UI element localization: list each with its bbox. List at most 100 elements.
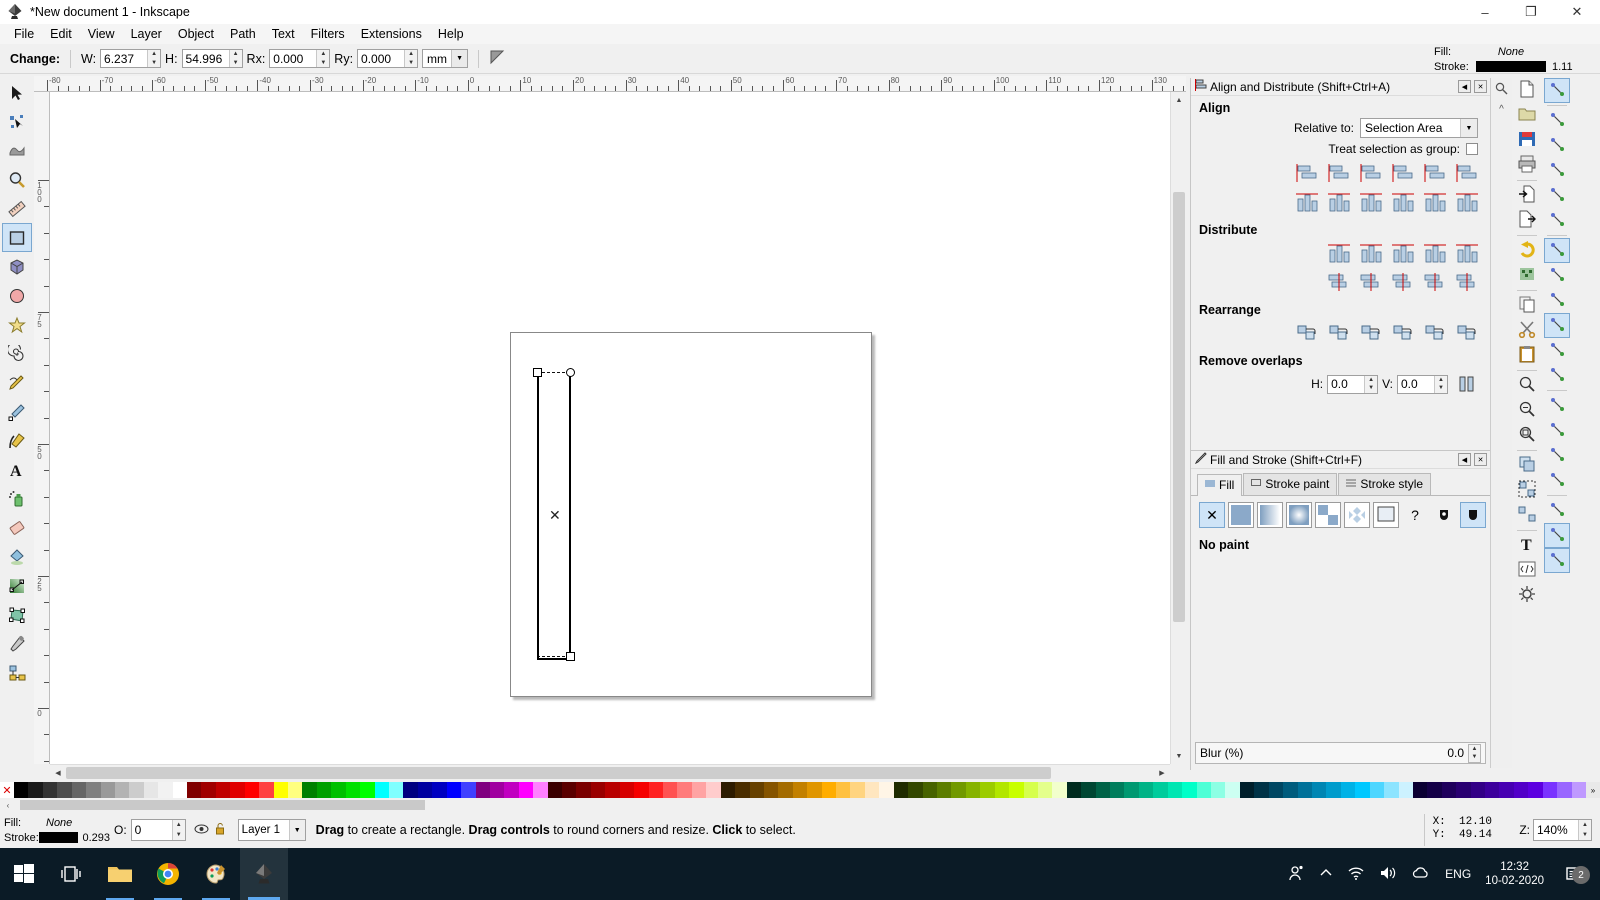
tab-fill[interactable]: Fill — [1197, 474, 1243, 496]
paste-button[interactable] — [1514, 343, 1540, 368]
node-tool[interactable] — [2, 107, 32, 136]
distribute-centers-vertically-button[interactable] — [1356, 269, 1386, 295]
pencil-tool[interactable] — [2, 368, 32, 397]
ungroup-button[interactable] — [1514, 503, 1540, 528]
treat-as-group-checkbox[interactable] — [1466, 143, 1478, 155]
menu-layer[interactable]: Layer — [123, 25, 170, 43]
onedrive-icon[interactable] — [1411, 865, 1431, 884]
align-right-edge-to-left-anchor-button[interactable] — [1292, 160, 1322, 186]
palette-color-swatch[interactable] — [1384, 782, 1399, 798]
palette-color-swatch[interactable] — [1211, 782, 1226, 798]
hscroll-thumb[interactable] — [66, 767, 1051, 779]
zoom-selection-button[interactable] — [1514, 373, 1540, 398]
connector-tool[interactable] — [2, 658, 32, 687]
unit-select[interactable]: mm ▼ — [422, 49, 469, 68]
horizontal-ruler[interactable]: -80 -70 -60 -50 -40 -30 -20 -10 0 10 20 30 40 50 60 70 8… — [34, 76, 1186, 92]
snap-cusp-nodes-toggle[interactable] — [1544, 313, 1570, 338]
no-paint-button[interactable]: ✕ — [1199, 502, 1225, 528]
width-spinner[interactable]: ▲▼ — [100, 49, 162, 68]
pattern-button[interactable] — [1315, 502, 1341, 528]
palette-color-swatch[interactable] — [1513, 782, 1529, 798]
align-bottom-edges-button[interactable] — [1388, 189, 1418, 215]
palette-color-swatch[interactable] — [807, 782, 822, 798]
palette-color-swatch[interactable] — [158, 782, 173, 798]
palette-color-swatch[interactable] — [114, 782, 130, 798]
zoom-stepper[interactable]: ▲ ▼ — [1578, 820, 1591, 840]
vertical-ruler[interactable]: 100 75 50 25 0 — [34, 92, 50, 764]
palette-color-swatch[interactable] — [879, 782, 894, 798]
menu-object[interactable]: Object — [170, 25, 222, 43]
palette-color-swatch[interactable] — [1499, 782, 1514, 798]
mesh-gradient-tool[interactable] — [2, 600, 32, 629]
zoom-page-button[interactable] — [1514, 423, 1540, 448]
palette-color-swatch[interactable] — [1470, 782, 1486, 798]
no-color-swatch[interactable]: ✕ — [0, 782, 14, 798]
palette-color-swatch[interactable] — [187, 782, 202, 798]
paint-bucket-tool[interactable] — [2, 542, 32, 571]
palette-color-swatch[interactable] — [994, 782, 1010, 798]
snap-object-center-toggle[interactable] — [1544, 418, 1570, 443]
exchange-positions-z-order-button[interactable] — [1356, 320, 1386, 346]
palette-color-swatch[interactable] — [417, 782, 433, 798]
ellipse-tool[interactable] — [2, 281, 32, 310]
palette-color-swatch[interactable] — [518, 782, 534, 798]
palette-color-swatch[interactable] — [864, 782, 880, 798]
palette-color-swatch[interactable] — [1153, 782, 1168, 798]
snap-others-toggle[interactable] — [1544, 393, 1570, 418]
distribute-horizontal-gaps-equal-button[interactable] — [1420, 240, 1450, 266]
palette-color-swatch[interactable] — [215, 782, 231, 798]
overlap-v-stepper[interactable]: ▲ ▼ — [1434, 375, 1447, 393]
chrome-button[interactable] — [144, 848, 192, 900]
rectangle-tool[interactable] — [2, 223, 32, 252]
palette-color-swatch[interactable] — [360, 782, 375, 798]
palette-color-swatch[interactable] — [1009, 782, 1024, 798]
snap-guide-toggle[interactable] — [1544, 548, 1570, 573]
palette-color-swatch[interactable] — [1441, 782, 1457, 798]
palette-color-swatch[interactable] — [100, 782, 115, 798]
distribute-text-baselines-vertically-button[interactable] — [1452, 269, 1482, 295]
notification-icon[interactable]: 2 — [1558, 858, 1592, 890]
palette-color-swatch[interactable] — [1239, 782, 1255, 798]
graph-layout-button[interactable] — [1292, 320, 1322, 346]
palette-color-swatch[interactable] — [590, 782, 606, 798]
align-dock-close-button[interactable]: ✕ — [1474, 80, 1487, 93]
palette-color-swatch[interactable] — [648, 782, 663, 798]
bezier-tool[interactable] — [2, 397, 32, 426]
align-left-edge-to-right-anchor-button[interactable] — [1420, 160, 1450, 186]
palette-color-swatch[interactable] — [778, 782, 793, 798]
group-button[interactable] — [1514, 478, 1540, 503]
palette-color-swatch[interactable] — [1485, 782, 1500, 798]
paint-button[interactable] — [192, 848, 240, 900]
resize-handle-top-left[interactable] — [533, 368, 542, 377]
overlap-h-stepper[interactable]: ▲ ▼ — [1364, 375, 1378, 393]
wifi-icon[interactable] — [1347, 865, 1365, 884]
snap-bbox-edge-midpoint-toggle[interactable] — [1544, 183, 1570, 208]
snap-text-baseline-toggle[interactable] — [1544, 468, 1570, 493]
palette-color-swatch[interactable] — [706, 782, 721, 798]
menu-file[interactable]: File — [6, 25, 42, 43]
palette-color-swatch[interactable] — [1427, 782, 1442, 798]
enable-snapping-toggle[interactable] — [1544, 78, 1570, 103]
palette-color-swatch[interactable] — [461, 782, 476, 798]
snap-midpoints-toggle[interactable] — [1544, 363, 1570, 388]
menu-filters[interactable]: Filters — [303, 25, 353, 43]
calligraphy-tool[interactable] — [2, 426, 32, 455]
palette-color-swatch[interactable] — [547, 782, 563, 798]
palette-color-swatch[interactable] — [1283, 782, 1298, 798]
fill-stroke-close-button[interactable]: ✕ — [1474, 453, 1487, 466]
palette-color-swatch[interactable] — [403, 782, 418, 798]
rx-spinner[interactable]: ▲▼ — [269, 49, 331, 68]
palette-color-swatch[interactable] — [1355, 782, 1370, 798]
scroll-right-icon[interactable]: ▶ — [1154, 765, 1170, 781]
palette-color-swatch[interactable] — [1110, 782, 1125, 798]
tab-stroke-paint[interactable]: Stroke paint — [1243, 473, 1338, 495]
distribute-centers-horizontally-button[interactable] — [1356, 240, 1386, 266]
layer-select[interactable]: Layer 1 ▼ — [237, 819, 306, 841]
cut-button[interactable] — [1514, 318, 1540, 343]
palette-color-swatch[interactable] — [836, 782, 851, 798]
center-on-vertical-axis-button[interactable] — [1356, 160, 1386, 186]
palette-color-swatch[interactable] — [57, 782, 72, 798]
palette-color-swatch[interactable] — [735, 782, 750, 798]
palette-color-swatch[interactable] — [1297, 782, 1312, 798]
rx-input[interactable] — [270, 50, 317, 67]
